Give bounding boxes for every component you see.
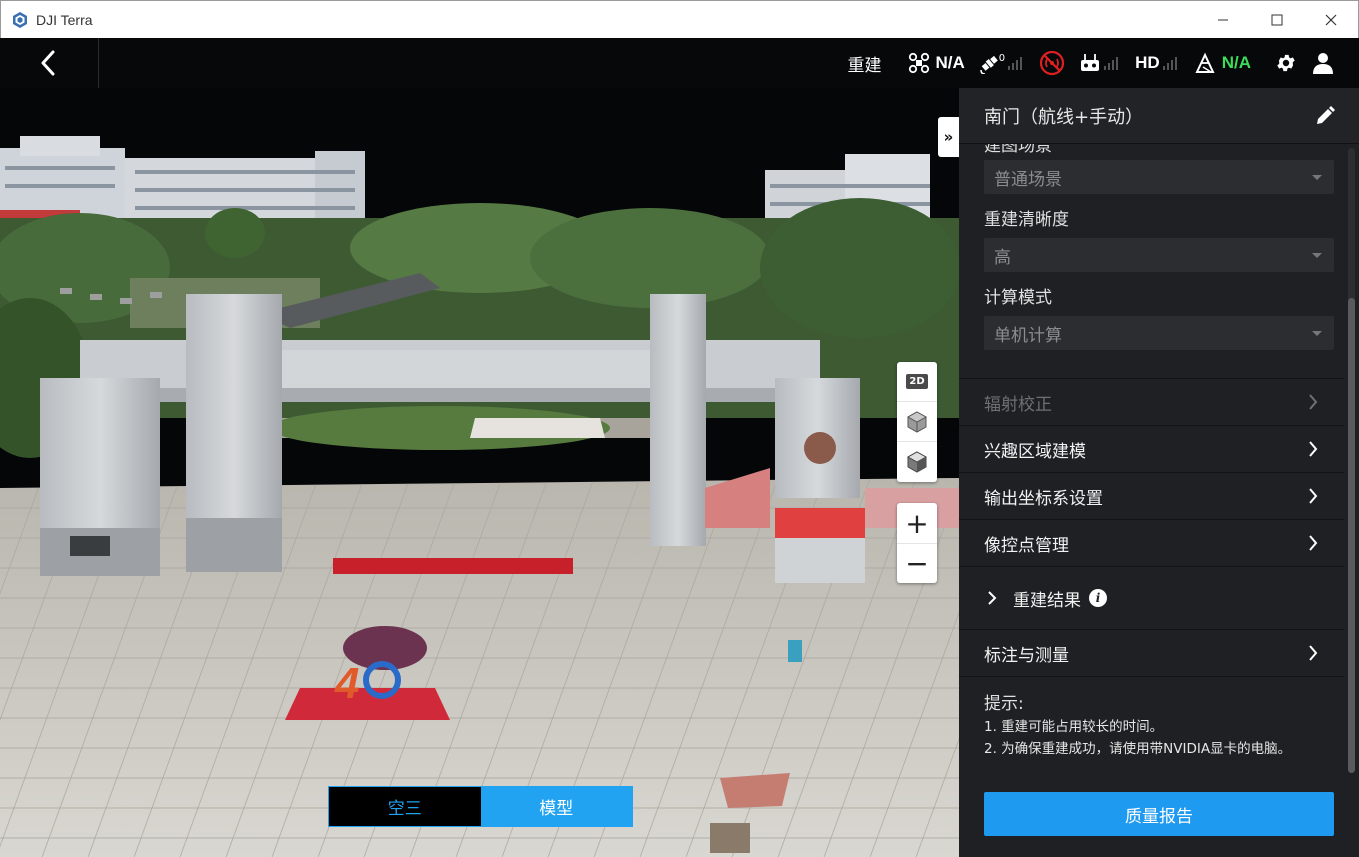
remote-controller-icon [1081,54,1100,71]
reconstructed-3d-model-image: 4 [0,136,959,857]
tip-line-2: 2. 为确保重建成功，请使用带NVIDIA显卡的电脑。 [984,741,1292,757]
collapse-panel-button[interactable]: » [938,117,959,157]
compute-mode-select[interactable]: 单机计算 [984,316,1334,350]
chevron-right-icon [1309,441,1318,457]
reconstruction-result-label: 重建结果 [1013,590,1081,611]
user-account-button[interactable] [1313,52,1333,74]
zoom-toolbar: + − [897,503,937,583]
no-signal-icon [1040,50,1065,76]
resolution-value: 高 [994,247,1011,268]
radiometric-correction-row[interactable]: 辐射校正 [959,378,1344,425]
rebuild-label: 重建 [847,55,882,76]
close-button[interactable] [1304,1,1358,38]
dropdown-caret-icon [1312,175,1322,180]
view-mode-toolbar: 2D [897,362,937,482]
umbrella [720,773,790,808]
edit-pencil-icon[interactable] [1315,105,1335,126]
settings-button[interactable] [1275,52,1297,74]
panel-scrollbar[interactable] [1348,148,1355,773]
gps-signal-bars-icon [1008,57,1023,70]
hd-signal-status: HD [1135,53,1180,73]
remote-controller-status [1079,52,1121,74]
panel-header: 南门（航线+手动） [959,88,1359,144]
model-viewport[interactable]: 4 [0,88,959,857]
chevron-right-icon [1309,535,1318,551]
dropdown-caret-icon [1312,253,1322,258]
gps-status: 0 [979,52,1025,74]
cube-solid-icon [907,451,927,473]
chevron-right-icon [1309,488,1318,504]
cart [710,823,750,853]
resolution-select[interactable]: 高 [984,238,1334,272]
roi-modeling-row[interactable]: 兴趣区域建模 [959,425,1344,472]
svg-text:4: 4 [334,659,359,708]
maximize-icon [1271,14,1283,25]
hd-label: HD [1135,53,1160,72]
chevron-right-icon [1309,394,1318,410]
panel-scroll-area[interactable]: 建图场景 普通场景 重建清晰度 高 计算模式 单机计算 辐射校正 兴趣区域建模 … [959,144,1344,857]
toolbar-divider [98,38,99,88]
drone-icon [908,52,929,74]
info-icon[interactable]: i [1089,589,1107,607]
output-coordinate-system-row[interactable]: 输出坐标系设置 [959,472,1344,519]
top-toolbar: 重建 N/A 0 HD N/A [0,38,1359,88]
compute-mode-value: 单机计算 [994,325,1062,346]
window-title: DJI Terra [36,11,93,28]
tips-section: 提示: 1. 重建可能占用较长的时间。 2. 为确保重建成功，请使用带NVIDI… [959,676,1344,760]
tip-line-1: 1. 重建可能占用较长的时间。 [984,719,1164,735]
minimize-icon [1218,19,1228,20]
gps-count: 0 [998,52,1006,64]
resolution-label: 重建清晰度 [984,210,1069,230]
mode-switch: 空三 模型 [328,786,633,827]
dropdown-caret-icon [1312,331,1322,336]
reconstruction-settings-panel: 南门（航线+手动） 建图场景 普通场景 重建清晰度 高 计算模式 单机计算 辐射… [959,88,1359,857]
close-icon [1325,14,1337,25]
scene-type-label: 建图场景 [984,144,1052,156]
output-coordinate-system-label: 输出坐标系设置 [984,488,1103,509]
rtk-status: N/A [1194,52,1251,74]
view-3d-solid-button[interactable] [897,442,937,482]
scene-type-value: 普通场景 [994,169,1062,190]
gear-icon [1277,54,1295,72]
drone-status-text: N/A [935,53,965,72]
scrollbar-thumb[interactable] [1348,298,1355,773]
window-titlebar: DJI Terra [0,0,1359,38]
quality-report-button[interactable]: 质量报告 [984,792,1334,836]
scene-type-select[interactable]: 普通场景 [984,160,1334,194]
chevron-right-small-icon [988,591,997,605]
maximize-button[interactable] [1250,1,1304,38]
rc-signal-bars-icon [1104,57,1119,70]
compute-mode-label: 计算模式 [984,288,1052,308]
back-button[interactable] [24,48,72,78]
chevron-left-icon [41,50,55,76]
view-3d-button[interactable] [897,402,937,442]
view-2d-button[interactable]: 2D [897,362,937,402]
zoom-in-button[interactable]: + [897,503,937,543]
reconstruction-result-row[interactable]: 重建结果 i [959,566,1344,629]
hd-signal-bars-icon [1162,57,1177,70]
tab-aerotriangulation[interactable]: 空三 [329,787,481,826]
cube-icon [907,410,927,433]
mission-title: 南门（航线+手动） [984,106,1144,128]
rtk-status-text: N/A [1221,53,1251,72]
roi-modeling-label: 兴趣区域建模 [984,441,1086,462]
zoom-out-button[interactable]: − [897,543,937,583]
minimize-button[interactable] [1196,1,1250,38]
gcp-management-row[interactable]: 像控点管理 [959,519,1344,566]
dji-terra-logo-icon [13,11,27,28]
rc-signal-lost-status [1039,50,1065,76]
chevron-right-icon [1309,645,1318,661]
radiometric-correction-label: 辐射校正 [984,394,1052,415]
tab-model[interactable]: 模型 [480,787,632,826]
user-icon [1313,53,1333,74]
annotation-measurement-label: 标注与测量 [984,645,1069,666]
view-2d-label: 2D [906,374,928,389]
annotation-measurement-row[interactable]: 标注与测量 [959,629,1344,676]
rtk-icon [1195,52,1215,73]
drone-status: N/A [908,52,965,74]
tips-title: 提示: [984,694,1024,714]
gcp-management-label: 像控点管理 [984,535,1069,556]
